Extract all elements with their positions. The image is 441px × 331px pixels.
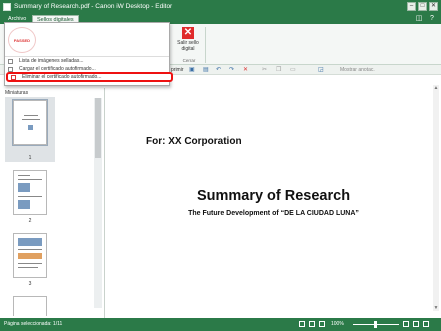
thumbnail-page-3[interactable] <box>13 233 47 278</box>
digital-stamp-menu: PASSED Lista de imágenes selladas... Car… <box>4 22 173 86</box>
window-title: Summary of Research.pdf - Canon iW Deskt… <box>14 3 173 10</box>
doc-for-line: For: XX Corporation <box>146 136 242 147</box>
copy-icon[interactable]: ❐ <box>276 66 281 74</box>
delete-icon[interactable]: ✕ <box>243 66 248 74</box>
stamp-preview[interactable]: PASSED <box>8 27 36 53</box>
cut-icon[interactable]: ✂ <box>262 66 267 74</box>
doc-title: Summary of Research <box>196 188 351 204</box>
document-view[interactable]: For: XX Corporation Summary of Research … <box>106 75 441 318</box>
stamp-icon[interactable]: ▤ <box>203 66 209 74</box>
minimize-button[interactable]: – <box>407 2 416 11</box>
status-bar: Página seleccionada: 1/11 100% <box>0 318 441 331</box>
print-button[interactable]: primir <box>171 66 184 74</box>
close-icon: ✕ <box>182 27 194 39</box>
title-bar: Summary of Research.pdf - Canon iW Deskt… <box>0 0 441 14</box>
fit-width-icon[interactable] <box>413 321 419 327</box>
page-status: Página seleccionada: 1/11 <box>4 321 63 327</box>
close-button[interactable]: ✕ <box>429 2 438 11</box>
undo-icon[interactable]: ↶ <box>216 66 221 74</box>
menu-item-label: Eliminar el certificado autofirmado... <box>22 74 102 80</box>
scrollbar-thumb[interactable] <box>95 98 101 158</box>
help-icon[interactable]: ? <box>428 15 436 23</box>
doc-subtitle: The Future Development of “DE LA CIUDAD … <box>188 210 359 217</box>
ribbon-separator <box>205 27 206 63</box>
zoom-level: 100% <box>331 321 344 327</box>
thumbnails-scrollbar[interactable] <box>94 98 102 308</box>
group-label-cerrar: Cerrar <box>182 58 196 63</box>
select-icon[interactable]: ▣ <box>189 66 195 74</box>
thumbnail-page-4[interactable] <box>13 296 47 316</box>
maximize-button[interactable]: □ <box>418 2 427 11</box>
menu-item-delete-certificate[interactable]: Eliminar el certificado autofirmado... <box>6 72 173 82</box>
two-page-view-icon[interactable] <box>309 321 315 327</box>
thumbnail-page-number: 3 <box>28 281 32 287</box>
thumbnail-page-1[interactable] <box>12 99 48 146</box>
fit-page-icon[interactable] <box>423 321 429 327</box>
fit-view-icon[interactable] <box>319 321 325 327</box>
single-page-view-icon[interactable] <box>299 321 305 327</box>
app-icon <box>3 3 11 11</box>
panel-icon[interactable]: ◫ <box>415 15 423 23</box>
zoom-slider-knob[interactable] <box>374 321 377 328</box>
redo-icon[interactable]: ↷ <box>229 66 234 74</box>
menu-item-label: Lista de imágenes selladas... <box>19 58 84 64</box>
scroll-down-icon[interactable]: ▼ <box>433 305 439 311</box>
thumbnail-page-number: 2 <box>28 218 32 224</box>
view-options-icon[interactable]: ◲ <box>318 66 324 74</box>
paste-icon[interactable]: ▭ <box>290 66 296 74</box>
exit-digital-stamp-button[interactable]: ✕ Salir sello digital <box>173 27 203 59</box>
list-icon <box>8 59 13 64</box>
thumbnails-pane: Miniaturas 1 2 3 <box>0 88 105 318</box>
delete-certificate-icon <box>11 75 16 80</box>
scroll-up-icon[interactable]: ▲ <box>433 85 439 91</box>
thumbnail-page-2[interactable] <box>13 170 47 215</box>
thumbnail-page-number: 1 <box>28 155 32 161</box>
show-annotations-button[interactable]: Mostrar anotac. <box>340 66 375 74</box>
zoom-in-icon[interactable] <box>403 321 409 327</box>
document-scrollbar[interactable]: ▲ ▼ <box>433 85 439 311</box>
thumbnails-header: Miniaturas <box>5 90 29 96</box>
stamp-text: PASSED <box>13 37 31 43</box>
exit-button-label: Salir sello digital <box>177 40 199 52</box>
